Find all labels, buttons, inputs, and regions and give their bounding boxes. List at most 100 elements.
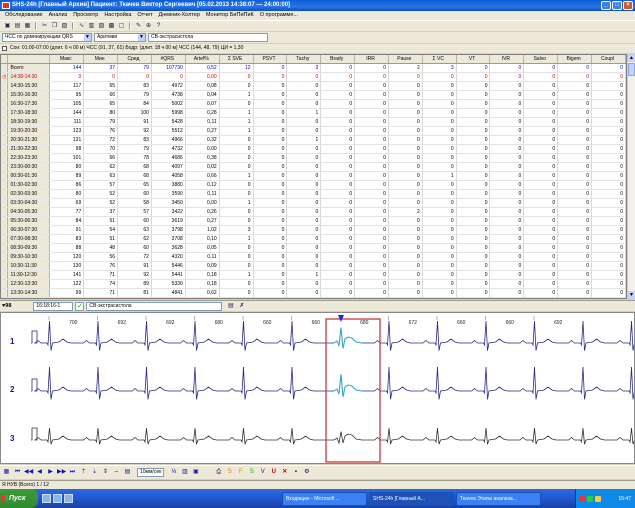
- table-row[interactable]: 12:30-13:30 122 74 89 5330 0,18 0 0 0 0 0 0 0 0 0 0 0 0: [1, 279, 626, 289]
- sort-mode-select[interactable]: ЧСС по доминирующим QRS ▼: [2, 33, 92, 42]
- help-icon[interactable]: ?: [154, 22, 163, 31]
- summary-checkbox[interactable]: [2, 46, 7, 51]
- quick-launch-icon[interactable]: [42, 494, 51, 503]
- print-ecg-icon[interactable]: ⎙: [214, 468, 223, 477]
- close-button[interactable]: ×: [623, 1, 633, 10]
- column-header[interactable]: Мин: [83, 55, 119, 64]
- column-header[interactable]: #QRS: [151, 55, 186, 64]
- menu-item-analysis[interactable]: Анализ: [46, 11, 71, 20]
- table-row[interactable]: 00:30-01:30 89 63 68 4058 0,66 1 0 0 0 0 0 1 0 0 0 0 0: [1, 171, 626, 181]
- open-icon[interactable]: ▣: [3, 22, 12, 31]
- table-row[interactable]: 07:30-08:30 83 51 62 3708 0,10 1 0 0 0 0 0 0 0 0 0 0 0: [1, 234, 626, 244]
- next-icon[interactable]: ▶: [46, 468, 55, 477]
- compress-icon[interactable]: ⇔: [112, 468, 121, 477]
- table-row[interactable]: 09:30-10:30 120 56 72 4320 0,11 0 0 0 0 0 0 0 0 0 0 0 0: [1, 252, 626, 262]
- ecg-check-icon[interactable]: ✓: [75, 301, 85, 311]
- table-row[interactable]: 17:30-18:30 144 80 100 5998 0,28 1 0 1 0 0 0 0 0 0 0 0 0: [1, 108, 626, 118]
- column-header[interactable]: PSVT: [253, 55, 288, 64]
- amplify-icon[interactable]: ⇕: [101, 468, 110, 477]
- report-icon[interactable]: ▢: [117, 22, 126, 31]
- table-row[interactable]: 03:30-04:30 69 52 58 3450 0,00 1 0 0 0 0 0 0 0 0 0 0 0: [1, 198, 626, 208]
- category-select[interactable]: Аритмии ▼: [94, 33, 146, 42]
- start-button[interactable]: Пуск: [0, 489, 38, 508]
- table-row[interactable]: 14:30-15:30 117 65 83 4972 0,08 0 0 0 0 0 0 0 0 0 0 0 0: [1, 81, 626, 91]
- menu-item-monitor[interactable]: Монитор БиПиПиК: [203, 11, 257, 20]
- table-row[interactable]: 05:30-06:30 84 51 60 3619 0,27 0 0 0 0 0 0 0 0 0 0 0 0: [1, 216, 626, 226]
- zoom-out-icon[interactable]: ⇣: [90, 468, 99, 477]
- column-header[interactable]: Pause: [388, 55, 423, 64]
- ecg-event-field[interactable]: СВ-экстрасистола: [86, 301, 223, 311]
- table-row[interactable]: 15:30-16:30 95 66 79 4738 0,04 1 0 0 0 0 0 0 0 0 0 0 0: [1, 90, 626, 100]
- save-event-icon[interactable]: ▤: [226, 302, 235, 311]
- quick-launch-icon[interactable]: [64, 494, 73, 503]
- table-row[interactable]: 06:30-07:30 91 54 63 3798 1,02 3 0 0 0 0 0 0 0 0 0 0 0: [1, 225, 626, 235]
- menu-item-exam[interactable]: Обследование: [2, 11, 46, 20]
- zoom-icon[interactable]: ⊕: [144, 22, 153, 31]
- quick-launch-icon[interactable]: [53, 494, 62, 503]
- tray-icon[interactable]: [587, 495, 593, 502]
- column-header[interactable]: IRR: [354, 55, 389, 64]
- column-header[interactable]: Coupl: [591, 55, 626, 64]
- column-header[interactable]: Artef%: [185, 55, 220, 64]
- column-header[interactable]: IVR: [489, 55, 525, 64]
- table-row[interactable]: 16:30-17:30 105 65 84 5002 0,07 0 0 0 0 0 0 0 0 0 0 0 0: [1, 99, 626, 109]
- maximize-button[interactable]: □: [612, 1, 622, 10]
- menu-item-settings[interactable]: Настройка: [101, 11, 134, 20]
- layout-icon[interactable]: ▣: [191, 468, 200, 477]
- edit-icon[interactable]: ✎: [134, 22, 143, 31]
- column-header[interactable]: Brady: [320, 55, 356, 64]
- table-row[interactable]: 14:30-14:389177836640,00000000000000: [1, 297, 626, 298]
- table-row[interactable]: 20:30-21:30 131 72 83 4966 0,32 0 0 1 0 0 0 0 0 0 0 0 0: [1, 135, 626, 145]
- task-word[interactable]: Ткачев Этапы анализа...: [456, 491, 541, 506]
- scroll-down-icon[interactable]: ▼: [628, 291, 635, 299]
- grid-icon[interactable]: ▤: [123, 468, 132, 477]
- speed-select[interactable]: 10мм/сек: [137, 468, 165, 477]
- table-row[interactable]: 13:30-14:30 99 71 81 4841 0,62 0 0 0 0 0 0 0 0 0 0 0 0: [1, 288, 626, 298]
- column-header[interactable]: Σ SVE: [219, 55, 254, 64]
- table-row[interactable]: 18:30-19:30 111 79 91 5428 0,11 1 0 0 0 0 0 0 0 0 0 0 0: [1, 117, 626, 127]
- table-row[interactable]: 04:30-05:30 77 37 57 3422 0,26 0 0 0 0 0 2 0 0 0 0 0 0: [1, 207, 626, 217]
- table-scrollbar[interactable]: ▲ ▼: [627, 54, 635, 299]
- ecg-mode-icon[interactable]: ▦: [2, 468, 11, 477]
- delete-event-icon[interactable]: ✗: [237, 302, 246, 311]
- zoom-in-icon[interactable]: ⇡: [79, 468, 88, 477]
- column-header[interactable]: Salvo: [523, 55, 559, 64]
- scroll-up-icon[interactable]: ▲: [628, 54, 635, 62]
- table-row[interactable]: 19:30-20:30 123 76 92 5512 0,27 1 0 0 0 0 0 0 0 0 0 0 0: [1, 126, 626, 136]
- copy-icon[interactable]: ❐: [50, 22, 59, 31]
- cut-icon[interactable]: ✂: [40, 22, 49, 31]
- table-row[interactable]: ◷ 14:38-14:30 0 0 0 0 0,00 0 0 0 0 0 0 0 0 0 0 0 0: [1, 72, 626, 82]
- table-row[interactable]: 23:30-00:30 80 62 68 4097 0,02 0 0 0 0 0 0 0 0 0 0 0 0: [1, 162, 626, 172]
- table-row[interactable]: 21:30-22:30 98 70 79 4732 0,00 0 0 0 0 0 0 0 0 0 0 0 0: [1, 144, 626, 154]
- mark-f-icon[interactable]: F: [236, 468, 245, 477]
- table-row[interactable]: 11:30-12:30 141 71 92 5441 0,18 1 0 1 0 0 0 0 0 0 0 0 0: [1, 270, 626, 280]
- next-fast-icon[interactable]: ▶▶: [57, 468, 66, 477]
- column-header[interactable]: Макс: [49, 55, 85, 64]
- scroll-thumb[interactable]: [628, 63, 635, 76]
- channel-icon[interactable]: ▥: [180, 468, 189, 477]
- paste-icon[interactable]: ▧: [60, 22, 69, 31]
- prev-icon[interactable]: ◀: [35, 468, 44, 477]
- mark-v-icon[interactable]: V: [258, 468, 267, 477]
- prev-fast-icon[interactable]: ◀◀: [24, 468, 33, 477]
- table-row[interactable]: 02:30-03:30 80 52 60 3590 0,11 0 0 0 0 0 0 0 0 0 0 0 0: [1, 189, 626, 199]
- ecg-panel[interactable]: 700 692 692 680 660 660 680 672 660 660 692 1 2 3: [0, 312, 635, 464]
- menu-item-view[interactable]: Просмотр: [70, 11, 101, 20]
- print-icon[interactable]: ▦: [23, 22, 32, 31]
- table-row[interactable]: Всего 144 37 79 107730 0,52 12 0 3 0 0 2 3 0 0 0 0 0: [1, 63, 626, 73]
- tool-icon[interactable]: ▪: [291, 468, 300, 477]
- settings-icon[interactable]: ⚙: [302, 468, 311, 477]
- minimize-button[interactable]: _: [601, 1, 611, 10]
- menu-item-about[interactable]: О программе...: [257, 11, 301, 20]
- column-header[interactable]: Bigem: [557, 55, 593, 64]
- menu-item-diary[interactable]: Дневник-Холтер: [155, 11, 202, 20]
- column-header[interactable]: [7, 55, 51, 64]
- save-icon[interactable]: ▤: [13, 22, 22, 31]
- table-row[interactable]: 08:30-09:30 88 48 60 3628 0,05 0 0 0 0 0 0 0 0 0 0 0 0: [1, 243, 626, 253]
- tray-icon[interactable]: [595, 495, 601, 502]
- table-row[interactable]: 22:30-23:30 101 66 78 4686 0,38 0 0 0 0 0 0 0 0 0 0 0 0: [1, 153, 626, 163]
- last-icon[interactable]: ⏭: [68, 468, 77, 477]
- trend-icon[interactable]: ▩: [107, 22, 116, 31]
- task-outlook[interactable]: Входящие - Microsoft ...: [282, 491, 367, 506]
- ecg-time-field[interactable]: 16:18:16-1: [33, 301, 74, 311]
